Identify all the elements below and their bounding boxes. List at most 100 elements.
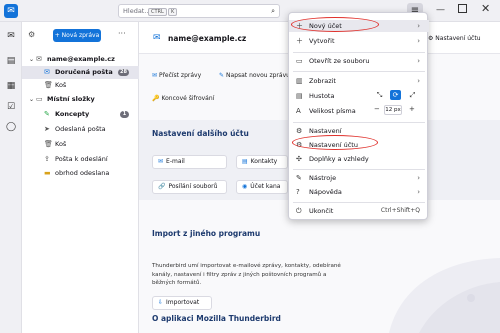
density-icon: ▤ <box>296 92 303 100</box>
setup-section-title: Nastavení dalšího účtu <box>152 129 249 138</box>
menu-create[interactable]: ＋ Vytvořit › <box>289 35 429 47</box>
write-message-action[interactable]: ✎ Napsat novou zprávu <box>219 72 290 79</box>
kbd-k-hint: K <box>168 8 178 16</box>
folder-open-icon: ▭ <box>296 57 303 65</box>
action-label: Přečíst zprávy <box>159 72 202 79</box>
folder-label: Koš <box>55 140 67 148</box>
account-settings-label: Nastavení účtu <box>435 35 481 42</box>
setup-feed-card[interactable]: ◉ Účet kana <box>236 180 288 194</box>
puzzle-icon: ✣ <box>296 155 302 163</box>
folder-trash-row[interactable]: 🗑 Koš <box>22 79 139 92</box>
density-compact-button[interactable]: ⤡ <box>374 90 385 100</box>
setup-email-card[interactable]: ✉ E-mail <box>152 155 227 169</box>
key-icon: 🔑 <box>152 95 160 102</box>
folder-drafts-row[interactable]: ✎ Koncepty 1 <box>22 108 139 121</box>
density-touch-button[interactable]: ⤢ <box>407 90 418 100</box>
menu-label: Zobrazit <box>309 77 336 85</box>
import-icon: ⇩ <box>158 299 164 306</box>
maximize-icon[interactable] <box>458 4 467 13</box>
folder-outbox-row[interactable]: ⇪ Pošta k odeslání <box>22 153 139 166</box>
menu-label: Ukončit <box>309 207 334 215</box>
folder-label: Koncepty <box>55 110 90 118</box>
folder-local-row[interactable]: ⌄ ▭ Místní složky <box>22 93 139 106</box>
chat-icon[interactable]: ◯ <box>5 121 17 133</box>
link-icon: 🔗 <box>158 183 166 190</box>
menu-label: Doplňky a vzhledy <box>309 155 369 163</box>
menu-help[interactable]: ? Nápověda › <box>289 186 429 198</box>
font-decrease-button[interactable]: − <box>374 105 380 113</box>
import-description: Thunderbird umí importovat e-mailové zpr… <box>152 263 341 286</box>
wrench-icon: ✎ <box>296 174 302 182</box>
import-button[interactable]: ⇩ Importovat <box>152 296 212 310</box>
mail-icon: ✉ <box>158 158 164 165</box>
folder-label: obrhod odeslana <box>55 169 110 177</box>
about-section-title: O aplikaci Mozilla Thunderbird <box>152 314 281 323</box>
folder-account-row[interactable]: ⌄ ✉ name@example.cz <box>22 53 139 66</box>
plus-icon: ＋ <box>296 37 303 45</box>
menu-tools[interactable]: ✎ Nástroje › <box>289 172 429 184</box>
mail-space-icon[interactable]: ✉ <box>5 30 17 42</box>
font-size-value: 12 px <box>384 105 402 115</box>
new-message-button[interactable]: + Nová zpráva <box>53 29 101 42</box>
menu-label: Vytvořit <box>309 37 335 45</box>
card-label: Posílání souborů <box>168 183 218 190</box>
menu-view[interactable]: ▥ Zobrazit › <box>289 75 429 87</box>
calendar-icon[interactable]: ▦ <box>5 80 17 92</box>
chevron-right-icon: › <box>417 37 420 45</box>
help-icon: ? <box>296 188 300 196</box>
menu-separator <box>293 122 425 123</box>
unread-count-badge: 28 <box>118 69 129 76</box>
account-title: name@example.cz <box>168 34 247 43</box>
folder-pane-options-icon[interactable]: ⚙ <box>28 30 35 39</box>
search-icon[interactable]: ⌕ <box>271 7 275 16</box>
chevron-down-icon[interactable]: ⌄ <box>29 53 34 66</box>
menu-label: Hustota <box>309 92 335 100</box>
inbox-icon: ✉ <box>44 68 50 76</box>
density-normal-button[interactable]: ⟳ <box>390 90 401 100</box>
spaces-toolbar: ✉ ▤ ▦ ☑ ◯ <box>0 22 22 333</box>
gear-icon: ⚙ <box>296 127 303 135</box>
import-section-title: Import z jiného programu <box>152 229 261 238</box>
chevron-right-icon: › <box>417 57 420 65</box>
global-search-input[interactable]: Hledat... CTRL K ⌕ <box>118 4 280 18</box>
drafts-count-badge: 1 <box>120 111 129 118</box>
font-increase-button[interactable]: + <box>409 105 415 113</box>
folder-local-trash-row[interactable]: 🗑 Koš <box>22 138 139 151</box>
folder-label: Místní složky <box>47 95 95 103</box>
folder-icon: ▬ <box>44 169 51 177</box>
account-settings-highlight-ring <box>292 135 378 150</box>
menu-addons[interactable]: ✣ Doplňky a vzhledy <box>289 153 429 165</box>
menu-separator <box>293 202 425 203</box>
setup-contacts-card[interactable]: ▤ Kontakty <box>236 155 288 169</box>
card-label: Účet kana <box>250 183 281 190</box>
menu-font-size-row: A Velikost písma <box>289 105 429 117</box>
folder-sent-row[interactable]: ➤ Odeslaná pošta <box>22 123 139 136</box>
minimize-icon[interactable]: — <box>436 5 445 15</box>
view-icon: ▥ <box>296 77 303 85</box>
menu-open-file[interactable]: ▭ Otevřít ze souboru › <box>289 55 429 67</box>
menu-settings[interactable]: ⚙ Nastavení <box>289 125 429 137</box>
tasks-icon[interactable]: ☑ <box>5 101 17 113</box>
folder-custom-row[interactable]: ▬ obrhod odeslana <box>22 167 139 180</box>
account-settings-link[interactable]: ⚙ Nastavení účtu <box>428 35 481 42</box>
drafts-icon: ✎ <box>44 110 50 118</box>
close-icon[interactable]: ✕ <box>481 2 490 15</box>
folder-label: Koš <box>55 81 67 89</box>
end-to-end-encryption-action[interactable]: 🔑 Koncové šifrování <box>152 95 214 102</box>
new-account-highlight-ring <box>291 17 379 32</box>
chevron-right-icon: › <box>417 188 420 196</box>
folder-inbox-row[interactable]: ✉ Doručená pošta 28 <box>22 66 139 79</box>
quit-shortcut: Ctrl+Shift+Q <box>380 207 420 214</box>
chevron-down-icon[interactable]: ⌄ <box>29 93 34 106</box>
address-book-icon[interactable]: ▤ <box>5 55 17 67</box>
read-messages-action[interactable]: ✉ Přečíst zprávy <box>152 72 201 79</box>
menu-quit[interactable]: ⏻ Ukončit Ctrl+Shift+Q <box>289 205 429 217</box>
setup-filelink-card[interactable]: 🔗 Posílání souborů <box>152 180 227 194</box>
trash-icon: 🗑 <box>44 140 53 148</box>
folder-pane-more-icon[interactable]: ··· <box>118 29 126 38</box>
action-label: Koncové šifrování <box>161 95 215 102</box>
menu-separator <box>293 52 425 53</box>
menu-label: Nápověda <box>309 188 342 196</box>
local-folders-icon: ▭ <box>36 95 43 103</box>
folder-label: Doručená pošta <box>55 68 113 76</box>
